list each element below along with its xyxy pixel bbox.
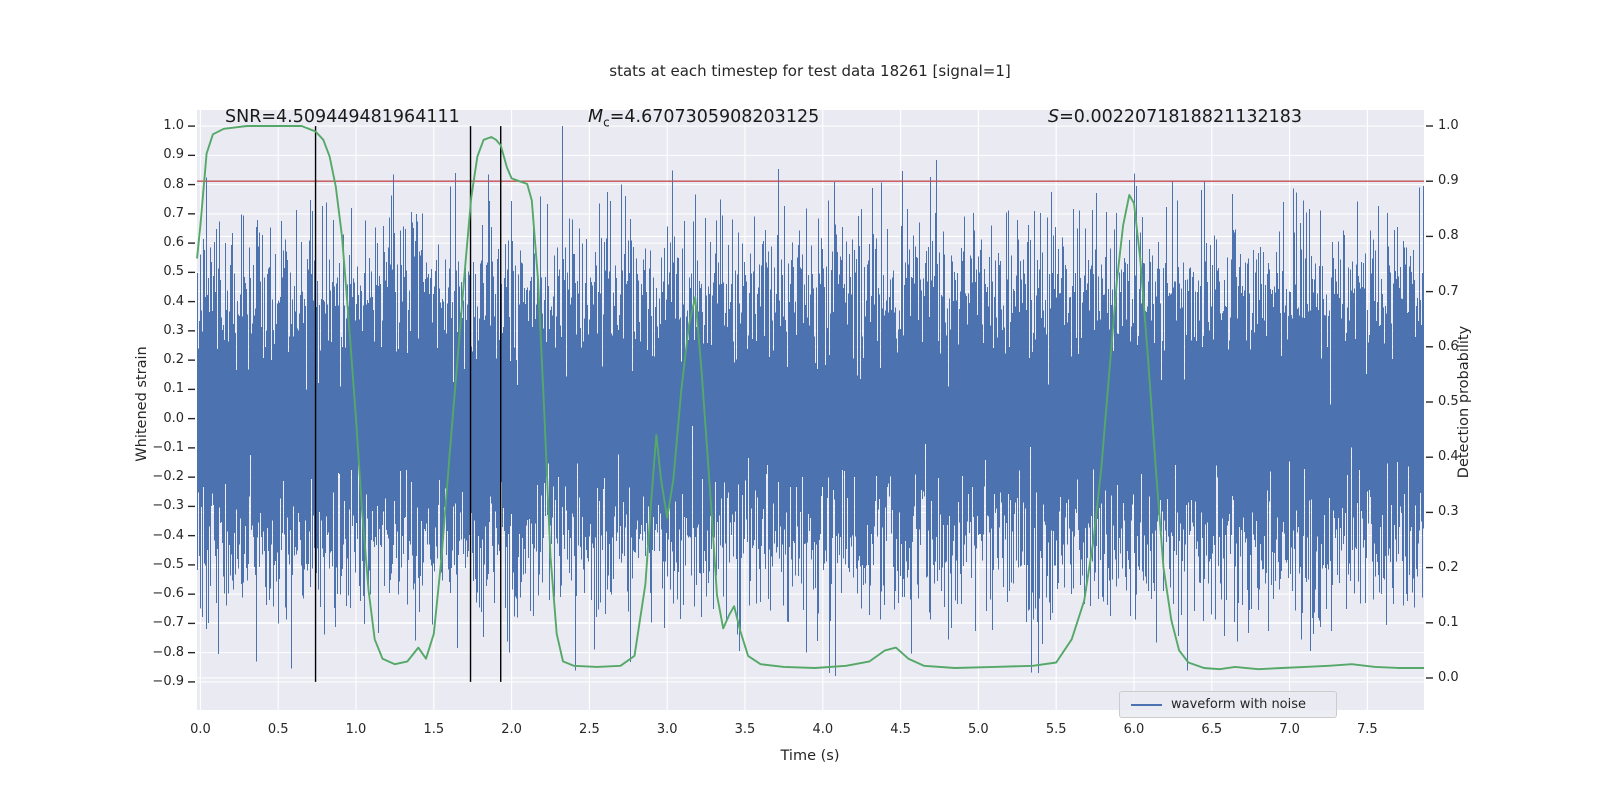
right-tick-label: 0.2 [1438, 559, 1459, 575]
x-tick-label: 0.0 [190, 722, 211, 737]
left-tick-label: 0.9 [163, 147, 184, 163]
left-tick-label: 0.1 [163, 381, 184, 397]
left-tick-label: 0.6 [163, 235, 184, 251]
x-axis-label: Time (s) [780, 748, 840, 764]
right-tick-label: 1.0 [1438, 118, 1459, 133]
left-tick-label: 0.7 [163, 205, 184, 221]
right-tick-label: 0.6 [1438, 338, 1459, 354]
right-tick-label: 0.9 [1438, 173, 1459, 189]
chart-title: stats at each timestep for test data 182… [609, 62, 1011, 80]
left-tick-label: −0.1 [152, 439, 184, 455]
left-tick-label: −0.4 [152, 527, 184, 543]
x-tick-label: 3.0 [656, 722, 678, 737]
legend: waveform with noise [1119, 691, 1337, 718]
x-tick-label: 5.5 [1045, 722, 1067, 737]
left-tick-label: −0.8 [152, 644, 184, 660]
x-tick-label: 7.5 [1357, 722, 1378, 737]
x-tick-label: 5.0 [968, 722, 989, 737]
left-axis-label: Whitened strain [134, 346, 150, 462]
x-tick-label: 4.5 [890, 722, 911, 737]
left-tick-label: −0.5 [152, 556, 184, 572]
x-tick-label: 3.5 [734, 722, 756, 737]
plot-area [188, 110, 1433, 710]
left-tick-label: 0.3 [163, 322, 184, 338]
left-tick-label: 0.0 [163, 410, 184, 426]
left-tick-label: 0.4 [163, 293, 184, 309]
waveform-with-noise-series [196, 126, 1425, 677]
left-tick-label: 0.5 [163, 264, 184, 280]
x-tick-label: 6.0 [1123, 722, 1145, 737]
left-tick-label: −0.6 [152, 586, 184, 602]
left-tick-label: 0.2 [163, 352, 184, 368]
figure: stats at each timestep for test data 182… [0, 0, 1600, 800]
legend-line-sample [1131, 703, 1162, 706]
x-tick-label: 0.5 [267, 722, 289, 737]
left-tick-label: 0.8 [163, 176, 184, 192]
snr-annotation: SNR=4.509449481964111 [225, 107, 460, 127]
left-tick-label: −0.9 [152, 673, 184, 689]
legend-label: waveform with noise [1171, 697, 1307, 712]
left-tick-label: 1.0 [163, 118, 184, 134]
left-tick-label: −0.7 [152, 615, 184, 631]
chirp-mass-annotation: Mc=4.6707305908203125 [588, 107, 820, 130]
left-tick-label: −0.3 [152, 498, 184, 514]
x-tick-label: 7.0 [1279, 722, 1300, 737]
right-tick-label: 0.0 [1438, 669, 1459, 685]
x-tick-label: 1.5 [423, 722, 445, 737]
right-tick-label: 0.8 [1438, 228, 1459, 244]
s-statistic-annotation: S=0.0022071818821132183 [1048, 107, 1303, 127]
right-tick-label: 0.1 [1438, 614, 1459, 630]
x-tick-label: 2.5 [579, 722, 600, 737]
right-tick-label: 0.5 [1438, 393, 1459, 409]
left-tick-label: −0.2 [152, 469, 184, 485]
x-tick-label: 1.0 [345, 722, 367, 737]
right-tick-label: 0.3 [1438, 504, 1459, 520]
x-tick-label: 2.0 [501, 722, 522, 737]
waveform-probability-chart [188, 110, 1433, 710]
right-tick-label: 0.7 [1438, 283, 1459, 299]
x-tick-label: 6.5 [1201, 722, 1223, 737]
right-tick-label: 0.4 [1438, 449, 1459, 465]
x-tick-label: 4.0 [812, 722, 834, 737]
